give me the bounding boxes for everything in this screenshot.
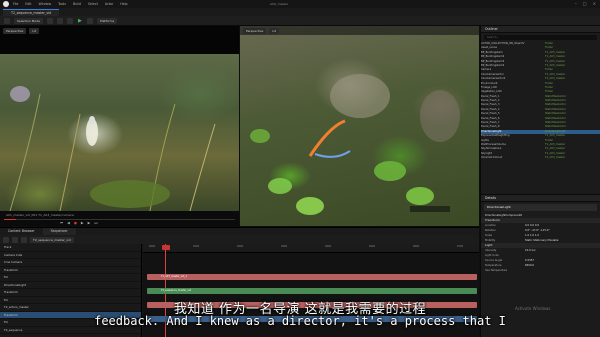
playback-bar: A01_master_vid_001 T1_A03_master/camera … [0, 211, 239, 226]
clip-bar-label: T2_sequence_master_vid [161, 289, 192, 292]
ruler-tick: 0200 [237, 245, 244, 248]
tab-content-browser[interactable]: Content Browser [0, 228, 43, 235]
outliner-panel: Outliner Search... ACTOR_COLLECTION_OB_O… [480, 26, 600, 194]
details-tab[interactable]: Details [481, 195, 600, 202]
track-row[interactable]: Transform [0, 267, 141, 274]
ruler-tick: 0000 [149, 245, 156, 248]
ruler-tick: 0600 [413, 245, 420, 248]
title-bar: File Edit Window Tools Build Select Acto… [0, 0, 600, 8]
unreal-logo-icon[interactable] [3, 1, 9, 7]
playhead-frame[interactable] [162, 245, 170, 250]
track-row[interactable]: Track [0, 244, 141, 252]
menu-tools[interactable]: Tools [58, 2, 66, 6]
outliner-tab[interactable]: Outliner [481, 26, 600, 33]
subtitle-english: feedback. And I knew as a director, it's… [94, 314, 506, 328]
scrub-progress [4, 219, 16, 220]
main-toolbar: Selection Mode ▶ Platforms [0, 16, 600, 26]
outliner-row-type: T1_A03_master [545, 156, 566, 160]
outliner-search-input[interactable]: Search... [484, 35, 597, 40]
tab-sequencer[interactable]: Sequencer [42, 228, 76, 235]
outliner-row[interactable]: VolumetricCloud T1_A03_master [481, 156, 600, 160]
skip-forward-icon[interactable]: ⏭ [94, 221, 97, 225]
activate-windows-watermark: Activate Windows [515, 306, 551, 311]
scene-illustration [250, 74, 460, 215]
menu-window[interactable]: Window [39, 2, 52, 6]
add-track-icon[interactable] [3, 236, 9, 243]
blueprint-icon[interactable] [56, 17, 63, 24]
menu-edit[interactable]: Edit [25, 2, 31, 6]
record-icon[interactable]: ● [74, 221, 77, 225]
step-back-icon[interactable]: ◀ [67, 221, 70, 225]
track-row[interactable]: DirectionalLight [0, 282, 141, 289]
track-row[interactable]: Camera Cuts [0, 252, 141, 259]
viewport-header: Perspective Lit [0, 26, 239, 36]
camera-icon[interactable] [21, 236, 27, 243]
play-icon[interactable]: ▶ [81, 221, 84, 225]
menu-help[interactable]: Help [120, 2, 127, 6]
window-controls: – □ × [575, 1, 596, 6]
menu-actor[interactable]: Actor [105, 2, 113, 6]
perspective-button[interactable]: Perspective [3, 28, 27, 34]
track-row[interactable]: Fol [0, 274, 141, 282]
mode-button[interactable]: Selection Mode [14, 17, 43, 24]
ruler-tick: 0700 [457, 245, 464, 248]
lit-button[interactable]: Lit [29, 28, 40, 34]
playback-controls: ⏮ ◀ ● ▶ ▶ ⏭ [60, 221, 97, 225]
save-icon[interactable] [12, 236, 18, 243]
track-row[interactable]: Cine Camera [0, 259, 141, 267]
cinematic-viewport[interactable]: Perspective Lit A01_master_vid_001 T1_A0… [0, 26, 239, 226]
track-row[interactable]: Transform [0, 289, 141, 297]
clip-label: A01_master_vid_001 T1_A03_master/camera [6, 213, 74, 217]
ruler-tick: 0500 [369, 245, 376, 248]
menu-build[interactable]: Build [73, 2, 81, 6]
skip-back-icon[interactable]: ⏮ [60, 221, 63, 225]
selected-actor-name[interactable]: DirectionalLight [484, 204, 597, 211]
menu-select[interactable]: Select [88, 2, 98, 6]
details-row[interactable]: Use Temperature [481, 268, 600, 273]
maximize-icon[interactable]: □ [583, 1, 587, 6]
menu-file[interactable]: File [13, 2, 18, 6]
platforms-button[interactable]: Platforms [96, 17, 118, 24]
ruler-tick: 0400 [325, 245, 332, 248]
details-value[interactable] [525, 268, 600, 273]
step-forward-icon[interactable]: ▶ [88, 221, 91, 225]
window-title: ASU_master [270, 2, 289, 6]
clip-bar[interactable]: T1_A03_master_vid_1 [147, 274, 477, 280]
cinematic-frame [0, 54, 239, 211]
outliner-row-name: VolumetricCloud [481, 156, 503, 160]
level-tab[interactable]: T2_sequence_master_vid [3, 9, 60, 16]
outliner-list: ACTOR_COLLECTION_OB_ObjectV Folder Asset_s… [481, 42, 600, 161]
save-icon[interactable] [4, 17, 10, 24]
pause-icon[interactable] [86, 17, 93, 24]
play-icon[interactable]: ▶ [77, 18, 83, 24]
time-ruler[interactable]: 0000 0100 0200 0300 0400 0500 0600 0700 [143, 244, 479, 253]
scrub-bar[interactable] [4, 219, 235, 220]
close-icon[interactable]: × [593, 1, 596, 6]
sequence-name[interactable]: T2_sequence_master_vid [30, 236, 74, 243]
minimize-icon[interactable]: – [575, 1, 577, 6]
sequencer-toolbar: T2_sequence_master_vid [0, 235, 479, 244]
cinematics-icon[interactable] [66, 17, 73, 24]
content-icon[interactable] [46, 17, 53, 24]
details-list: Transform Location 0.0 0.0 0.0 Rotation 0.0°… [481, 218, 600, 273]
clip-bar-label: T1_A03_master_vid_1 [161, 275, 187, 278]
clip-bar[interactable]: T2_sequence_master_vid [147, 288, 477, 294]
bottom-tabs: Content Browser Sequencer [0, 228, 479, 235]
ruler-tick: 0100 [193, 245, 200, 248]
level-viewport[interactable]: Perspective Lit [240, 26, 479, 226]
document-tab-bar: T2_sequence_master_vid [0, 8, 600, 16]
foliage-illustration [9, 86, 216, 211]
ruler-tick: 0300 [281, 245, 288, 248]
details-label: Use Temperature [485, 269, 508, 272]
